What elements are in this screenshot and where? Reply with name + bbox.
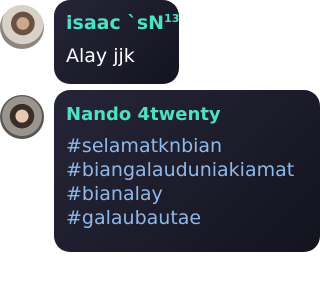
hashtag-link[interactable]: #bianalay (66, 182, 294, 206)
avatar[interactable] (0, 5, 44, 49)
hashtag-link[interactable]: #galaubautae (66, 206, 294, 230)
hashtag-link[interactable]: #selamatknbian (66, 134, 294, 158)
message-bubble[interactable]: isaac `sN13 Alay jjk (54, 0, 179, 84)
sender-name[interactable]: Nando 4twenty (66, 104, 221, 125)
chat-thread: isaac `sN13 Alay jjk Nando 4twenty #sela… (0, 0, 320, 304)
sender-name[interactable]: isaac `sN13 (66, 12, 179, 34)
message-bubble[interactable]: Nando 4twenty #selamatknbian #biangalaud… (54, 90, 320, 252)
avatar[interactable] (0, 95, 44, 139)
hashtag-link[interactable]: #biangalauduniakiamat (66, 158, 294, 182)
sender-badge: 13 (164, 12, 180, 25)
message-text: Alay jjk (66, 45, 135, 67)
hashtag-list: #selamatknbian #biangalauduniakiamat #bi… (66, 134, 294, 230)
